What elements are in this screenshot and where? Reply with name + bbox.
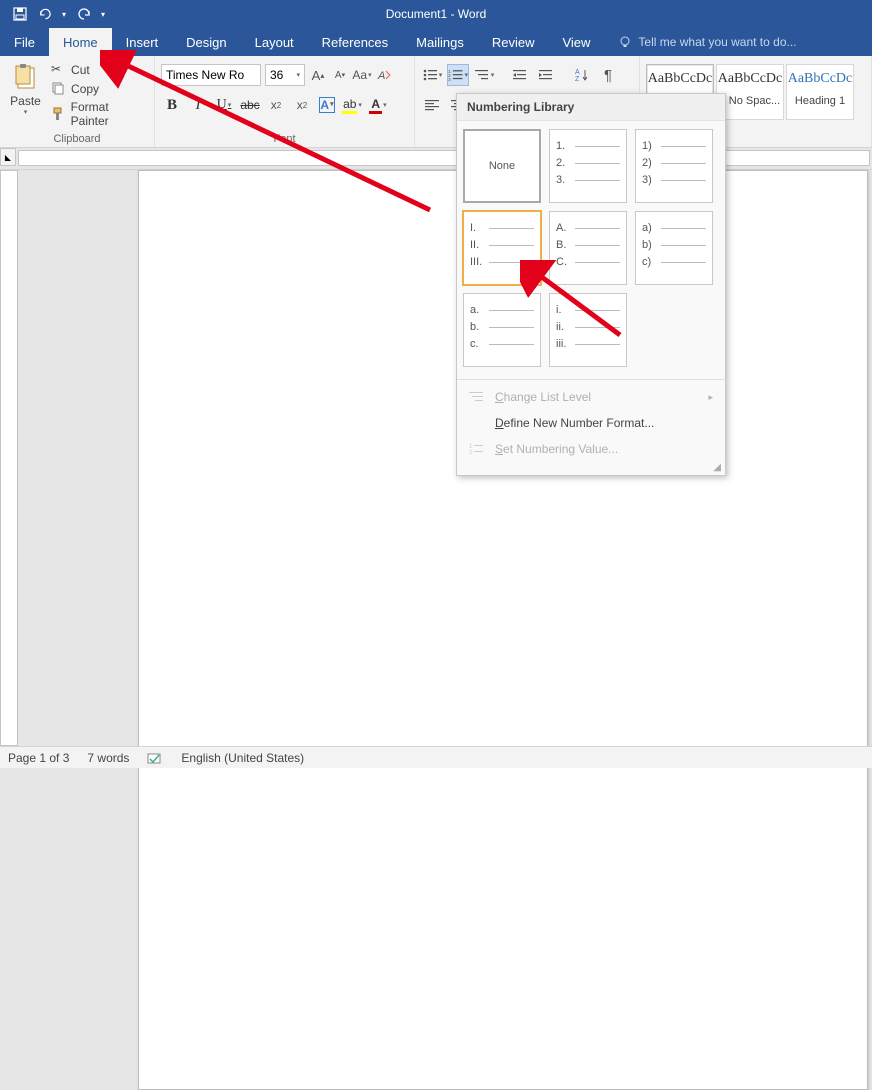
tab-home[interactable]: Home	[49, 28, 112, 56]
vertical-ruler[interactable]	[0, 170, 18, 746]
tell-me-placeholder: Tell me what you want to do...	[638, 35, 796, 49]
numbering-tile-4[interactable]: A.B.C.	[549, 211, 627, 285]
clear-formatting-icon[interactable]: A	[375, 66, 393, 84]
status-words[interactable]: 7 words	[87, 751, 129, 765]
superscript-button[interactable]: x2	[293, 96, 311, 114]
numbering-grid: None 1.2.3. 1)2)3) I.II.III. A.B.C. a)b)…	[457, 121, 725, 375]
numbering-library-dropdown: Numbering Library None 1.2.3. 1)2)3) I.I…	[456, 93, 726, 476]
cut-label: Cut	[71, 63, 90, 77]
strikethrough-button[interactable]: abc	[241, 96, 259, 114]
undo-dropdown-icon[interactable]: ▾	[62, 10, 66, 19]
svg-text:A: A	[377, 70, 385, 82]
underline-button[interactable]: U▾	[215, 96, 233, 114]
copy-icon	[51, 81, 66, 96]
font-size-combo[interactable]: 36▾	[265, 64, 305, 86]
resize-grip-icon[interactable]: ◢	[457, 462, 725, 475]
lightbulb-icon	[618, 35, 632, 49]
style-heading1[interactable]: AaBbCcDc Heading 1	[786, 64, 854, 120]
tab-design[interactable]: Design	[172, 28, 240, 56]
title-bar: ▾ ▾ Document1 - Word	[0, 0, 872, 28]
tab-mailings[interactable]: Mailings	[402, 28, 478, 56]
increase-indent-button[interactable]	[535, 64, 557, 86]
save-icon[interactable]	[12, 7, 27, 22]
status-page[interactable]: Page 1 of 3	[8, 751, 69, 765]
numbering-tile-7[interactable]: i.ii.iii.	[549, 293, 627, 367]
svg-text:Z: Z	[575, 76, 580, 82]
numbering-tile-5[interactable]: a)b)c)	[635, 211, 713, 285]
numbering-tile-1[interactable]: 1.2.3.	[549, 129, 627, 203]
group-font: 36▾ A▴ A▾ Aa▾ A B I U▾ abc x2 x2 A▾ ab▾ …	[155, 56, 415, 147]
tab-layout[interactable]: Layout	[241, 28, 308, 56]
app-title: Document1 - Word	[386, 7, 486, 21]
submenu-arrow-icon: ▸	[708, 392, 713, 403]
tab-insert[interactable]: Insert	[112, 28, 173, 56]
style-no-spacing[interactable]: AaBbCcDc ¶ No Spac...	[716, 64, 784, 120]
status-bar: Page 1 of 3 7 words English (United Stat…	[0, 746, 872, 768]
define-new-number-format[interactable]: Define New Number Format...	[457, 410, 725, 436]
paintbrush-icon	[51, 107, 66, 122]
numbering-none[interactable]: None	[463, 129, 541, 203]
tab-review[interactable]: Review	[478, 28, 549, 56]
tab-view[interactable]: View	[548, 28, 604, 56]
paste-icon	[12, 64, 40, 92]
format-painter-label: Format Painter	[71, 100, 148, 128]
copy-label: Copy	[71, 82, 99, 96]
text-effects-icon[interactable]: A▾	[319, 97, 335, 113]
redo-icon[interactable]	[76, 7, 91, 22]
undo-icon[interactable]	[37, 7, 52, 22]
clipboard-group-label: Clipboard	[0, 133, 154, 145]
paste-button[interactable]: Paste ▾	[6, 60, 45, 132]
paste-label: Paste	[10, 94, 41, 108]
paste-dropdown-icon[interactable]: ▾	[24, 108, 28, 116]
numbering-tile-3[interactable]: I.II.III.	[463, 211, 541, 285]
scissors-icon: ✂	[51, 62, 66, 77]
status-proofing-icon[interactable]	[147, 751, 163, 765]
change-list-level: Change List Level ▸	[457, 384, 725, 410]
italic-button[interactable]: I	[189, 96, 207, 114]
change-level-icon	[469, 391, 485, 403]
font-color-icon[interactable]: A▾	[369, 96, 387, 114]
status-language[interactable]: English (United States)	[181, 751, 304, 765]
grow-font-icon[interactable]: A▴	[309, 66, 327, 84]
numbering-tile-6[interactable]: a.b.c.	[463, 293, 541, 367]
group-clipboard: Paste ▾ ✂ Cut Copy Format Painter Clipbo…	[0, 56, 155, 147]
document-workspace	[0, 170, 872, 746]
align-left-button[interactable]	[421, 94, 443, 116]
numbering-tile-2[interactable]: 1)2)3)	[635, 129, 713, 203]
tab-file[interactable]: File	[0, 28, 49, 56]
ribbon-tabs: File Home Insert Design Layout Reference…	[0, 28, 872, 56]
font-name-combo[interactable]	[161, 64, 261, 86]
sort-button[interactable]: AZ	[571, 64, 593, 86]
quick-access-toolbar: ▾ ▾	[0, 7, 105, 22]
show-marks-button[interactable]: ¶	[597, 64, 619, 86]
bold-button[interactable]: B	[163, 96, 181, 114]
font-group-label: Font	[155, 133, 414, 145]
horizontal-ruler[interactable]: ◣	[0, 148, 872, 170]
set-value-icon: 12	[469, 443, 485, 455]
multilevel-list-button[interactable]: ▾	[473, 64, 495, 86]
tell-me-search[interactable]: Tell me what you want to do...	[604, 28, 872, 56]
change-case-icon[interactable]: Aa▾	[353, 66, 371, 84]
svg-text:3: 3	[448, 77, 451, 82]
numbering-button[interactable]: 123▾	[447, 64, 469, 86]
bullets-button[interactable]: ▾	[421, 64, 443, 86]
decrease-indent-button[interactable]	[509, 64, 531, 86]
subscript-button[interactable]: x2	[267, 96, 285, 114]
svg-text:2: 2	[469, 450, 473, 455]
shrink-font-icon[interactable]: A▾	[331, 66, 349, 84]
highlight-icon[interactable]: ab▾	[343, 96, 361, 114]
tab-references[interactable]: References	[308, 28, 402, 56]
format-painter-button[interactable]: Format Painter	[51, 100, 148, 128]
svg-text:A: A	[575, 69, 580, 76]
copy-button[interactable]: Copy	[51, 81, 148, 96]
numbering-header: Numbering Library	[457, 94, 725, 121]
set-numbering-value: 12 Set Numbering Value...	[457, 436, 725, 462]
qat-customize-icon[interactable]: ▾	[101, 10, 105, 19]
tab-selector[interactable]: ◣	[0, 148, 16, 166]
ribbon: Paste ▾ ✂ Cut Copy Format Painter Clipbo…	[0, 56, 872, 148]
cut-button[interactable]: ✂ Cut	[51, 62, 148, 77]
